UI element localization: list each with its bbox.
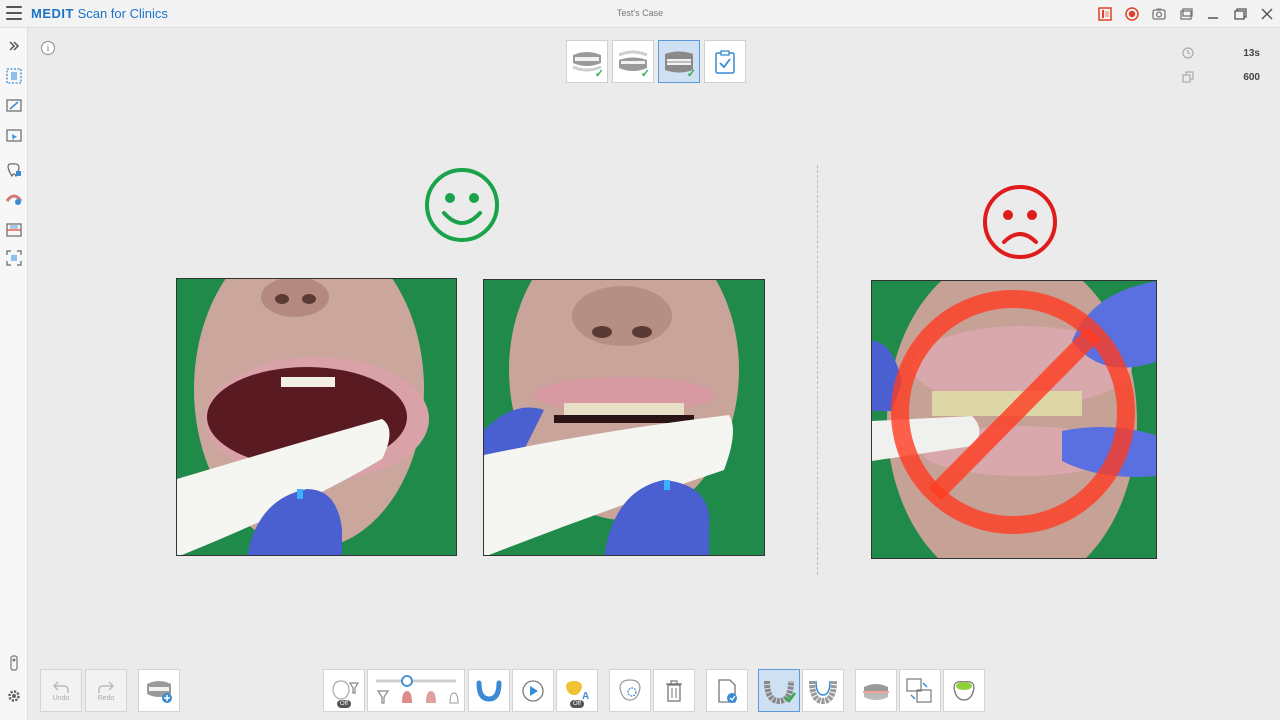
scanner-status-icon[interactable] bbox=[4, 654, 24, 674]
good-example-photo-2 bbox=[483, 279, 765, 556]
redo-button[interactable]: Redo bbox=[85, 669, 127, 712]
info-icon[interactable]: i bbox=[41, 41, 55, 55]
note-button[interactable] bbox=[706, 669, 748, 712]
bite-align-button[interactable] bbox=[855, 669, 897, 712]
bad-example-photo bbox=[871, 280, 1157, 559]
tab-upper-jaw[interactable]: ✓ bbox=[566, 40, 608, 83]
trim-tool-button[interactable] bbox=[609, 669, 651, 712]
undo-label: Undo bbox=[52, 694, 70, 702]
filter-off-label: Off bbox=[337, 700, 351, 708]
image-compare-icon[interactable] bbox=[4, 220, 24, 240]
ai-scan-toggle-button[interactable]: A Off bbox=[556, 669, 598, 712]
selection-tool-icon[interactable] bbox=[4, 66, 24, 86]
clock-icon bbox=[1182, 47, 1194, 59]
happy-face-icon bbox=[424, 167, 500, 248]
minimize-icon[interactable] bbox=[1199, 0, 1226, 28]
tooth-arch-check-icon bbox=[764, 680, 796, 704]
settings-gear-icon[interactable] bbox=[4, 686, 24, 706]
play-button[interactable] bbox=[512, 669, 554, 712]
redo-icon bbox=[98, 680, 115, 693]
camera-icon[interactable] bbox=[1145, 0, 1172, 28]
arch-icon bbox=[476, 680, 502, 702]
filter-toggle-button[interactable]: Off bbox=[323, 669, 365, 712]
window-layout-icon[interactable] bbox=[1172, 0, 1199, 28]
check-icon: ✓ bbox=[640, 68, 650, 80]
image-count-stat: 600 bbox=[1182, 71, 1260, 83]
capture-area-icon[interactable] bbox=[4, 248, 24, 268]
undo-button[interactable]: Undo bbox=[40, 669, 82, 712]
undo-icon bbox=[52, 680, 69, 693]
redo-label: Redo bbox=[97, 694, 115, 702]
arch-settings-icon[interactable] bbox=[4, 188, 24, 208]
add-scan-button[interactable] bbox=[138, 669, 180, 712]
image-align-icon bbox=[906, 677, 932, 703]
add-scan-icon bbox=[147, 680, 172, 703]
lower-scan-button[interactable] bbox=[802, 669, 844, 712]
sad-face-icon bbox=[982, 184, 1058, 265]
trim-icon bbox=[619, 678, 641, 701]
finish-button[interactable] bbox=[943, 669, 985, 712]
svg-text:A: A bbox=[582, 691, 589, 702]
tooth-arch-icon bbox=[809, 680, 837, 704]
arch-mode-button[interactable] bbox=[468, 669, 510, 712]
filter-level-slider[interactable] bbox=[367, 669, 465, 712]
record-icon[interactable] bbox=[1118, 0, 1145, 28]
case-title: Test's Case bbox=[616, 8, 664, 18]
check-icon: ✓ bbox=[594, 68, 604, 80]
filter-icon bbox=[332, 679, 359, 700]
tab-occlusion[interactable]: ✓ bbox=[658, 40, 700, 83]
image-count-value: 600 bbox=[1243, 71, 1260, 83]
scan-time-stat: 13s bbox=[1182, 47, 1260, 59]
good-example-photo-1 bbox=[176, 278, 457, 556]
upper-scan-complete-button[interactable] bbox=[758, 669, 800, 712]
ai-off-label: Off bbox=[570, 700, 584, 708]
bite-align-icon bbox=[863, 683, 889, 700]
trash-icon bbox=[666, 679, 682, 702]
window-controls bbox=[1091, 0, 1280, 28]
tab-lower-jaw[interactable]: ✓ bbox=[612, 40, 654, 83]
note-icon bbox=[718, 678, 737, 703]
edit-tool-icon[interactable] bbox=[4, 96, 24, 116]
close-icon[interactable] bbox=[1253, 0, 1280, 28]
restore-icon[interactable] bbox=[1226, 0, 1253, 28]
tooth-finish-icon bbox=[953, 680, 975, 701]
tooth-lock-icon[interactable] bbox=[4, 160, 24, 180]
scan-stage-tabs: ✓ ✓ ✓ bbox=[566, 40, 746, 83]
clipboard-check-icon bbox=[715, 49, 735, 74]
tab-review[interactable] bbox=[704, 40, 746, 83]
check-icon: ✓ bbox=[686, 68, 696, 80]
expand-sidebar-icon[interactable] bbox=[4, 36, 24, 56]
screen-capture-icon[interactable] bbox=[1091, 0, 1118, 28]
title-bar: MEDIT Scan for Clinics Test's Case bbox=[0, 0, 1280, 28]
left-sidebar bbox=[0, 28, 28, 720]
lock-area-icon[interactable] bbox=[4, 126, 24, 146]
frames-icon bbox=[1182, 71, 1194, 83]
filter-slider-icon bbox=[376, 674, 459, 704]
example-divider bbox=[817, 165, 818, 575]
image-align-button[interactable] bbox=[899, 669, 941, 712]
scan-time-value: 13s bbox=[1243, 47, 1260, 59]
delete-button[interactable] bbox=[653, 669, 695, 712]
ai-tooth-icon: A bbox=[566, 680, 589, 702]
play-icon bbox=[522, 679, 544, 702]
